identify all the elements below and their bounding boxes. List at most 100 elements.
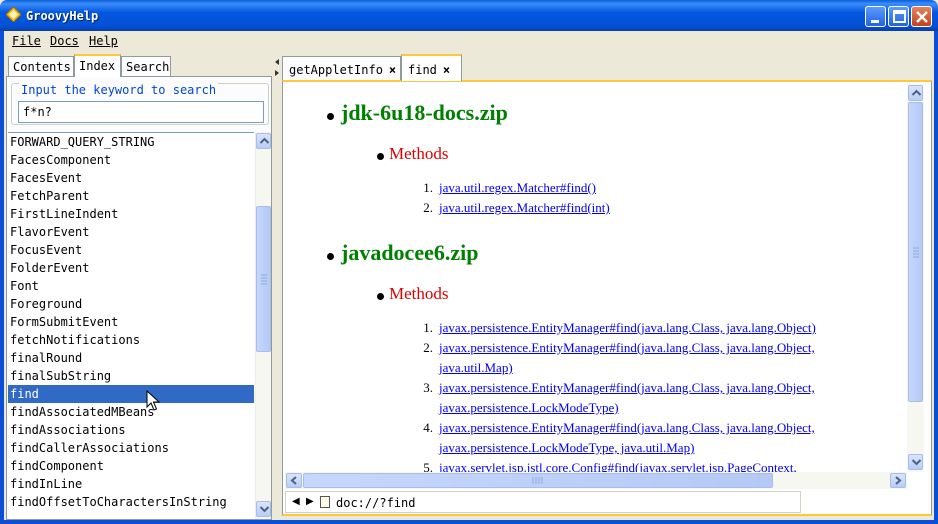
close-button[interactable] xyxy=(911,6,932,27)
close-tab-icon[interactable]: × xyxy=(443,63,450,77)
tab-index[interactable]: Index xyxy=(74,54,121,77)
list-item[interactable]: FocusEvent xyxy=(8,241,254,259)
list-item[interactable]: fetchNotifications xyxy=(8,331,254,349)
list-item[interactable]: find xyxy=(8,385,254,403)
menu-docs[interactable]: Docs xyxy=(50,34,79,48)
document-vertical-scrollbar[interactable] xyxy=(907,84,924,472)
list-item[interactable]: finalSubString xyxy=(8,367,254,385)
method-link[interactable]: java.util.Map) xyxy=(439,358,815,378)
grip-icon xyxy=(913,247,919,258)
scroll-up-button[interactable] xyxy=(908,85,923,101)
search-input[interactable] xyxy=(18,101,264,123)
menu-file[interactable]: File xyxy=(12,34,41,48)
chevron-up-icon xyxy=(259,137,270,144)
list-item[interactable]: findAssociatedMBeans xyxy=(8,403,254,421)
scroll-thumb[interactable] xyxy=(908,102,923,402)
chevron-down-icon xyxy=(911,459,922,466)
list-item[interactable]: FlavorEvent xyxy=(8,223,254,241)
document-horizontal-scrollbar[interactable] xyxy=(285,472,907,489)
tab-label: getAppletInfo xyxy=(289,63,383,77)
method-list-item: 2. javax.persistence.EntityManager#find(j… xyxy=(423,338,815,378)
method-link[interactable]: javax.persistence.LockModeType) xyxy=(439,398,815,418)
list-item[interactable]: FORWARD_QUERY_STRING xyxy=(8,133,254,151)
list-item[interactable]: findOffsetToCharactersInString xyxy=(8,493,254,511)
chevron-down-icon xyxy=(259,506,270,513)
list-item[interactable]: FacesEvent xyxy=(8,169,254,187)
list-item[interactable]: Font xyxy=(8,277,254,295)
list-item[interactable]: findAssociations xyxy=(8,421,254,439)
close-icon xyxy=(916,11,928,23)
document-frame: jdk-6u18-docs.zip Methods 1. java.util.rege… xyxy=(282,80,932,516)
method-link[interactable]: javax.persistence.EntityManager#find(jav… xyxy=(439,318,816,338)
minimize-button[interactable] xyxy=(865,6,886,27)
menu-help-label: Help xyxy=(89,34,118,48)
method-link[interactable]: javax.servlet.jsp.jstl.core.Config#find(… xyxy=(439,458,797,472)
index-list-scrollbar[interactable] xyxy=(255,132,271,519)
tab-find[interactable]: find × xyxy=(401,54,462,81)
scroll-down-button[interactable] xyxy=(908,454,923,470)
maximize-button[interactable] xyxy=(888,6,909,27)
tab-getappletinfo[interactable]: getAppletInfo × xyxy=(282,56,401,80)
list-item[interactable]: FacesComponent xyxy=(8,151,254,169)
method-link[interactable]: java.util.regex.Matcher#find(int) xyxy=(439,198,610,218)
bullet xyxy=(377,153,384,160)
method-list-item: 1. java.util.regex.Matcher#find() xyxy=(423,178,596,198)
scroll-thumb[interactable] xyxy=(303,473,773,488)
grip-icon xyxy=(261,274,267,285)
scroll-right-button[interactable] xyxy=(890,473,906,488)
method-list-item: 3. javax.persistence.EntityManager#find(j… xyxy=(423,378,815,418)
method-link[interactable]: javax.persistence.LockModeType, java.uti… xyxy=(439,438,815,458)
address-url[interactable]: doc://?find xyxy=(336,496,415,510)
right-panel: getAppletInfo × jdk-6u18-docs.zip Methods 1… xyxy=(280,53,934,520)
left-panel: Contents Search Input the keyword to sea… xyxy=(4,53,274,520)
menu-docs-label: Docs xyxy=(50,34,79,48)
scroll-thumb[interactable] xyxy=(256,206,271,352)
window-frame-bottom xyxy=(0,520,938,524)
minimize-icon xyxy=(871,20,879,23)
address-bar: ◀ ▶ doc://?find xyxy=(285,491,801,513)
menu-bar: File Docs Help xyxy=(4,31,934,51)
mouse-pointer-icon xyxy=(146,390,160,411)
method-link[interactable]: javax.persistence.EntityManager#find(jav… xyxy=(439,418,815,438)
bullet xyxy=(327,113,334,120)
back-icon[interactable]: ◀ xyxy=(292,496,300,507)
window-title: GroovyHelp xyxy=(26,9,99,23)
list-item[interactable]: FormSubmitEvent xyxy=(8,313,254,331)
list-item[interactable]: findInLine xyxy=(8,475,254,493)
forward-icon[interactable]: ▶ xyxy=(306,496,314,507)
grip-icon xyxy=(532,477,543,484)
list-item[interactable]: Foreground xyxy=(8,295,254,313)
bullet xyxy=(377,293,384,300)
list-item[interactable]: findComponent xyxy=(8,457,254,475)
method-link[interactable]: java.util.regex.Matcher#find() xyxy=(439,178,596,198)
list-number: 5. xyxy=(423,460,433,472)
tab-search[interactable]: Search xyxy=(121,56,171,76)
menu-file-label: File xyxy=(12,34,41,48)
list-number: 1. xyxy=(423,180,433,195)
scroll-up-button[interactable] xyxy=(256,133,271,149)
list-item[interactable]: FetchParent xyxy=(8,187,254,205)
method-link[interactable]: javax.persistence.EntityManager#find(jav… xyxy=(439,378,815,398)
method-list-item: 5. javax.servlet.jsp.jstl.core.Config#fin… xyxy=(423,458,797,472)
list-item[interactable]: FirstLineIndent xyxy=(8,205,254,223)
search-label: Input the keyword to search xyxy=(19,83,219,97)
scroll-down-button[interactable] xyxy=(256,501,271,517)
list-item[interactable]: finalRound xyxy=(8,349,254,367)
tab-contents[interactable]: Contents xyxy=(8,56,74,76)
search-group: Input the keyword to search xyxy=(11,83,269,125)
index-list[interactable]: FORWARD_QUERY_STRING FacesComponent FacesE… xyxy=(8,132,254,519)
method-link[interactable]: javax.persistence.EntityManager#find(jav… xyxy=(439,338,815,358)
methods-heading: Methods xyxy=(389,284,449,303)
title-bar[interactable]: GroovyHelp xyxy=(0,0,938,31)
archive-title: javadocee6.zip xyxy=(341,240,479,265)
menu-help[interactable]: Help xyxy=(89,34,118,48)
chevron-right-icon xyxy=(895,476,902,485)
method-list-item: 2. java.util.regex.Matcher#find(int) xyxy=(423,198,610,218)
archive-title: jdk-6u18-docs.zip xyxy=(341,100,508,125)
list-number: 4. xyxy=(423,420,433,435)
list-item[interactable]: FolderEvent xyxy=(8,259,254,277)
scroll-left-button[interactable] xyxy=(286,473,302,488)
list-number: 1. xyxy=(423,320,433,335)
close-tab-icon[interactable]: × xyxy=(389,63,396,77)
list-item[interactable]: findCallerAssociations xyxy=(8,439,254,457)
